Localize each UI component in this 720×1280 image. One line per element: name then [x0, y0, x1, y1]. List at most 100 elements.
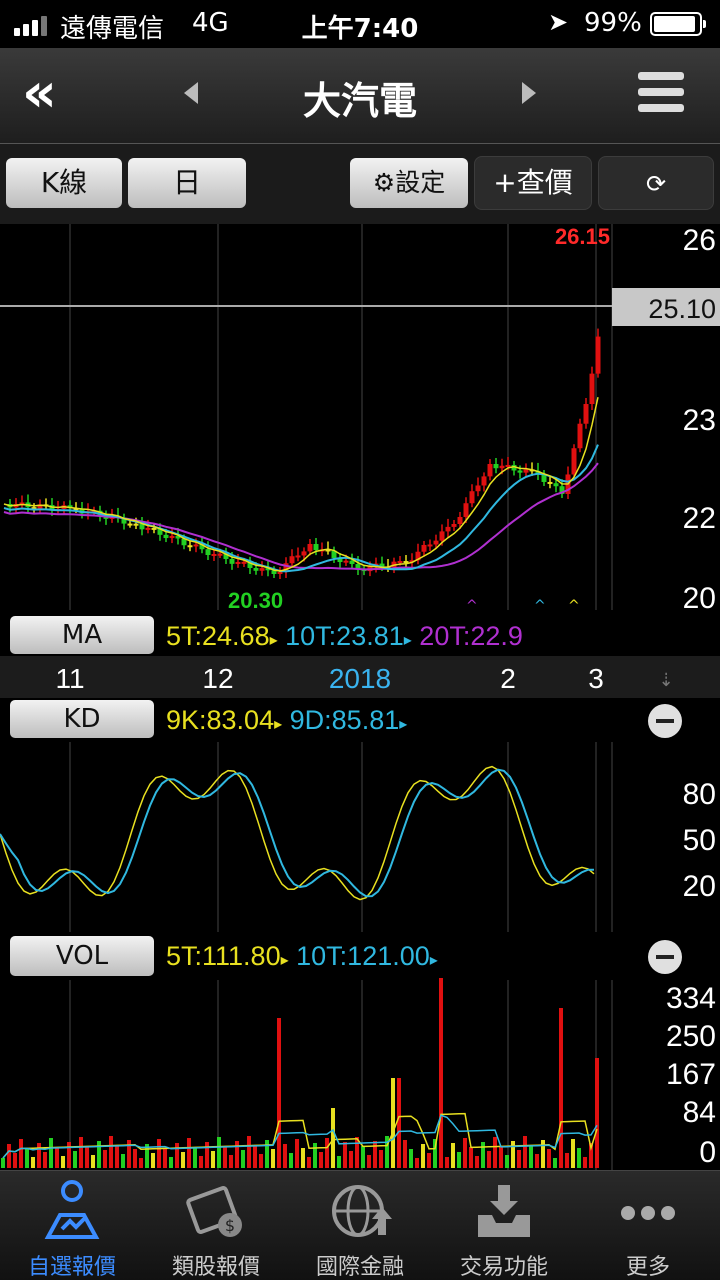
- volume-bar: [373, 1141, 377, 1168]
- volume-bar: [73, 1151, 77, 1168]
- volume-bar: [121, 1154, 125, 1168]
- candle-body: [451, 524, 457, 527]
- candle-body: [205, 549, 211, 555]
- volume-bar: [547, 1149, 551, 1168]
- ma20-line: [3, 462, 599, 571]
- candle-body: [469, 491, 475, 504]
- candle-body: [253, 567, 259, 571]
- candle-body: [499, 465, 505, 469]
- volume-bar: [313, 1143, 317, 1168]
- candle-body: [505, 464, 511, 467]
- candle-body: [517, 470, 523, 473]
- tab-trading[interactable]: 交易功能: [432, 1171, 576, 1280]
- tab-label: 類股報價: [171, 1255, 260, 1280]
- volume-bar: [67, 1142, 71, 1168]
- more-dots-icon: [621, 1206, 675, 1220]
- volume-bar: [7, 1144, 11, 1168]
- volume-bar: [301, 1148, 305, 1168]
- collapse-icon[interactable]: ⇣: [658, 670, 673, 691]
- date-label: 2: [500, 663, 516, 694]
- volume-bar: [481, 1142, 485, 1168]
- settings-button[interactable]: ⚙設定: [350, 158, 468, 208]
- ma10-value: 10T:23.81: [285, 621, 404, 651]
- volume-bar: [463, 1138, 467, 1168]
- volume-bar: [187, 1138, 191, 1168]
- volume-bar: [307, 1157, 311, 1168]
- volume-bar: [97, 1141, 101, 1168]
- volume-bar: [457, 1152, 461, 1168]
- volume-bar: [235, 1141, 239, 1168]
- vol-button[interactable]: VOL: [10, 936, 154, 976]
- double-chevron-left-icon[interactable]: «: [22, 66, 57, 120]
- volume-bar: [289, 1153, 293, 1168]
- volume-bar: [565, 1153, 569, 1168]
- volume-bar: [265, 1140, 269, 1168]
- volume-bar: [211, 1151, 215, 1168]
- next-stock-arrow-icon[interactable]: [522, 82, 536, 104]
- d-value: 9D:85.81: [289, 705, 400, 735]
- candle-body: [127, 523, 133, 526]
- rotate-screen-button[interactable]: ⟳: [598, 156, 714, 210]
- collapse-kd-icon[interactable]: [648, 704, 682, 738]
- candle-body: [301, 551, 307, 556]
- volume-bar: [31, 1157, 35, 1168]
- bottom-tab-bar: 自選報價 $ 類股報價 國際金融 交易功能 更多: [0, 1170, 720, 1280]
- signal-marker: ^: [568, 598, 580, 614]
- volume-bar: [325, 1138, 329, 1168]
- candle-body: [169, 535, 175, 539]
- candle-body: [445, 526, 451, 532]
- date-label: 2018: [329, 663, 391, 694]
- tab-sector-quotes[interactable]: $ 類股報價: [144, 1171, 288, 1280]
- candle-body: [577, 423, 583, 449]
- film-coin-icon: $: [186, 1186, 242, 1237]
- volume-bar: [205, 1142, 209, 1168]
- hamburger-menu-icon[interactable]: [638, 72, 684, 118]
- battery-icon: [650, 12, 706, 36]
- ma-button[interactable]: MA: [10, 616, 154, 654]
- volume-bar: [133, 1149, 137, 1168]
- battery-percent: 99%: [584, 8, 642, 38]
- chart-type-button[interactable]: K線: [6, 158, 122, 208]
- volume-bar: [499, 1146, 503, 1168]
- volume-bar: [229, 1155, 233, 1168]
- volume-bar: [259, 1154, 263, 1168]
- low-price-marker: 20.30: [228, 588, 283, 613]
- prev-stock-arrow-icon[interactable]: [184, 82, 198, 104]
- period-button[interactable]: 日: [128, 158, 246, 208]
- stock-chart-svg[interactable]: 26 23 22 20 25.10 26.15 20.30 ^ ^ ^ 11 1…: [0, 224, 720, 1170]
- volume-bar: [553, 1158, 557, 1168]
- candle-body: [259, 568, 265, 571]
- volume-bar: [529, 1145, 533, 1168]
- volume-bar: [439, 978, 443, 1168]
- d-line: [0, 768, 595, 898]
- candle-body: [589, 373, 595, 404]
- candle-body: [307, 544, 313, 552]
- volume-bar: [49, 1138, 53, 1168]
- tab-international-finance[interactable]: 國際金融: [288, 1171, 432, 1280]
- collapse-vol-icon[interactable]: [648, 940, 682, 974]
- tab-watchlist[interactable]: 自選報價: [0, 1171, 144, 1280]
- candle-body: [523, 469, 529, 473]
- volume-bar: [415, 1158, 419, 1168]
- volume-bar: [535, 1154, 539, 1168]
- volume-bar: [247, 1136, 251, 1168]
- kd-button[interactable]: KD: [10, 700, 154, 738]
- chart-area[interactable]: 26 23 22 20 25.10 26.15 20.30 ^ ^ ^ 11 1…: [0, 224, 720, 1170]
- tab-label: 國際金融: [315, 1255, 404, 1280]
- volume-bar: [379, 1150, 383, 1168]
- candle-body: [295, 555, 301, 558]
- volume-bar: [511, 1141, 515, 1168]
- vol-axis-label: 250: [666, 1020, 716, 1053]
- price-axis-label: 22: [683, 502, 716, 535]
- volume-bar: [61, 1156, 65, 1168]
- volume-bar: [343, 1142, 347, 1168]
- vol-axis-label: 84: [683, 1096, 716, 1129]
- volume-bar: [175, 1143, 179, 1168]
- candle-body: [547, 481, 553, 484]
- candle-body: [427, 544, 433, 547]
- date-label: 12: [202, 663, 233, 694]
- stock-title: 大汽電: [302, 79, 417, 123]
- tab-more[interactable]: 更多: [576, 1171, 720, 1280]
- location-icon: ➤: [548, 8, 569, 36]
- quote-button[interactable]: +查價: [474, 156, 592, 210]
